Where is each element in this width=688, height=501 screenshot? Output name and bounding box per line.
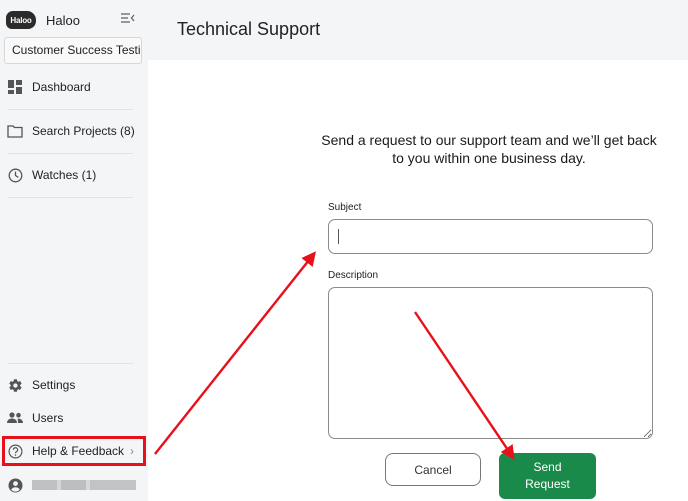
annotation-arrow-to-subject (154, 251, 316, 455)
support-intro-text: Send a request to our support team and w… (321, 132, 657, 166)
annotation-highlight-box (2, 436, 146, 466)
subject-label: Subject (328, 202, 362, 213)
sidebar: Haloo Haloo Customer Success Testing Das… (0, 0, 148, 501)
sidebar-item-label: Settings (32, 378, 76, 392)
dashboard-icon (7, 79, 23, 95)
app-logo: Haloo (6, 11, 36, 29)
description-label: Description (328, 270, 379, 281)
sidebar-item-settings[interactable]: Settings (0, 370, 148, 400)
user-name-blurred (32, 480, 136, 490)
folder-icon (7, 123, 23, 139)
description-textarea[interactable] (328, 287, 653, 439)
sidebar-item-watches[interactable]: Watches (1) (0, 160, 148, 190)
sidebar-item-search-projects[interactable]: Search Projects (8) (0, 116, 148, 146)
main-header: Technical Support (148, 0, 688, 60)
sidebar-item-label: Search Projects (8) (32, 124, 135, 138)
brand: Haloo Haloo (6, 9, 142, 31)
sidebar-item-label: Dashboard (32, 80, 91, 94)
sidebar-item-label: Users (32, 411, 64, 425)
send-request-button[interactable]: Send Request (499, 453, 596, 499)
clock-icon (7, 167, 23, 183)
sidebar-user-account[interactable] (0, 470, 148, 500)
workspace-selector[interactable]: Customer Success Testing (4, 37, 142, 64)
sidebar-item-users[interactable]: Users (0, 403, 148, 433)
gear-icon (7, 377, 23, 393)
app-name: Haloo (46, 12, 80, 28)
collapse-sidebar-icon[interactable] (120, 10, 136, 26)
sidebar-item-dashboard[interactable]: Dashboard (0, 72, 148, 102)
divider (8, 197, 133, 198)
divider (8, 363, 133, 364)
text-cursor (338, 229, 339, 244)
divider (8, 153, 133, 154)
page-title: Technical Support (177, 19, 321, 39)
account-circle-icon (7, 477, 23, 493)
users-icon (7, 410, 23, 426)
cancel-button[interactable]: Cancel (385, 453, 481, 486)
subject-input[interactable] (328, 219, 653, 254)
divider (8, 109, 133, 110)
sidebar-item-label: Watches (1) (32, 168, 97, 182)
